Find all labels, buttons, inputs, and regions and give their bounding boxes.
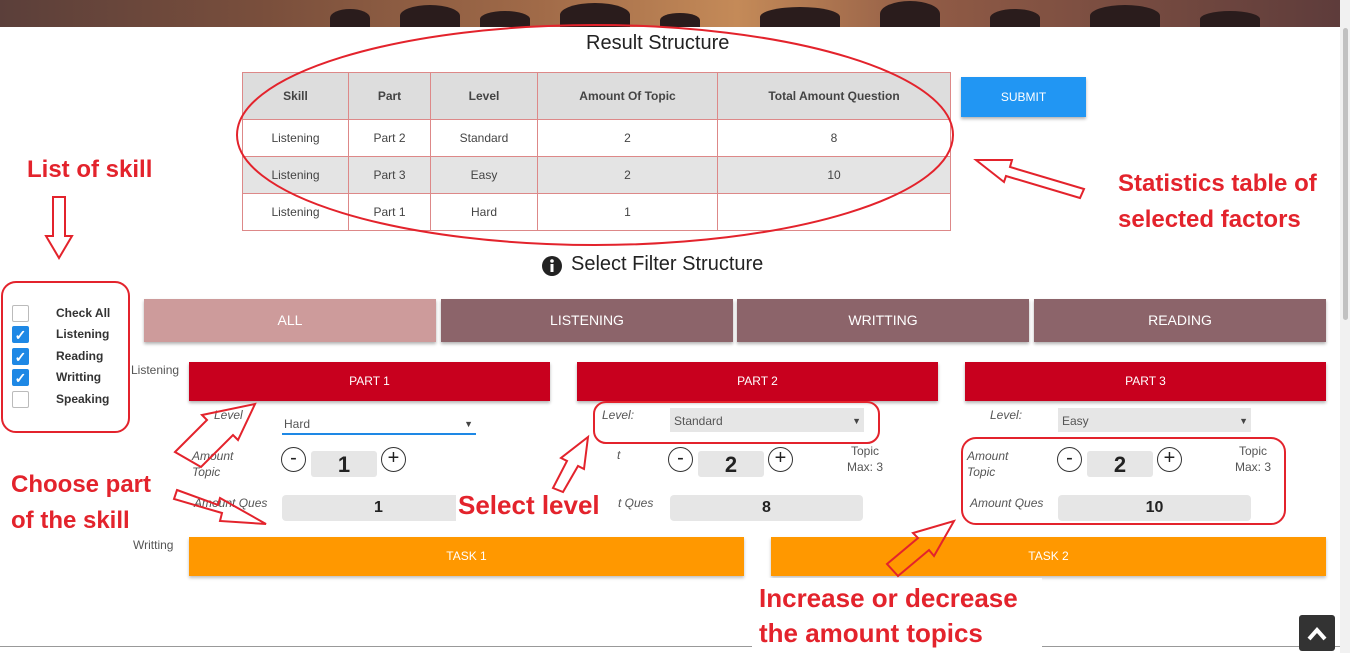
decrease-topic-button[interactable]: - [281, 447, 306, 472]
chevron-down-icon: ▼ [852, 416, 861, 426]
checkbox-label: Speaking [56, 392, 110, 406]
amount-topic-value: 2 [1087, 451, 1153, 477]
table-row: Listening Part 3 Easy 2 10 [242, 156, 951, 194]
tab-writting[interactable]: WRITTING [737, 299, 1029, 342]
amount-ques-value: 1 [282, 495, 475, 521]
arrow-down-icon [44, 196, 74, 260]
tab-reading[interactable]: READING [1034, 299, 1326, 342]
scrollbar-thumb[interactable] [1343, 28, 1348, 320]
col-header-amount-topic: Amount Of Topic [537, 72, 718, 120]
table-cell: Part 3 [348, 156, 431, 194]
footer-divider [0, 646, 1340, 647]
table-row: Listening Part 2 Standard 2 8 [242, 119, 951, 157]
annotation-inc-line-2: the amount topics [759, 618, 983, 648]
checkbox-label: Writting [56, 370, 102, 384]
table-cell: 2 [537, 119, 718, 157]
col-header-skill: Skill [242, 72, 349, 120]
checkbox-label: Check All [56, 306, 111, 320]
annotation-list-of-skill: List of skill [27, 156, 153, 183]
level-select-value: Hard [284, 417, 311, 431]
annotation-choose-line-2: of the skill [11, 507, 130, 534]
check-icon[interactable]: ✓ [12, 326, 29, 343]
check-icon[interactable]: ✓ [12, 348, 29, 365]
topic-max-label: Topic Max: 3 [846, 444, 883, 474]
table-header-row: Skill Part Level Amount Of Topic Total A… [242, 72, 951, 120]
submit-button[interactable]: SUBMIT [961, 77, 1086, 117]
increase-topic-button[interactable]: + [1157, 447, 1182, 472]
annotation-choose-line-1: Choose part [11, 471, 152, 498]
amount-ques-label: Amount Ques [194, 496, 268, 510]
table-cell: Listening [242, 193, 349, 231]
checkbox[interactable] [12, 391, 29, 408]
annotation-stats-line-1: Statistics table of [1118, 170, 1317, 197]
table-cell: Part 1 [348, 193, 431, 231]
info-circle-icon [542, 256, 562, 276]
table-row: Listening Part 1 Hard 1 [242, 193, 951, 231]
amount-topic-label: Amount Topic [967, 449, 1009, 479]
annotation-inc-line-1: Increase or decrease [759, 583, 1018, 613]
col-header-total-question: Total Amount Question [717, 72, 951, 120]
decrease-topic-button[interactable]: - [1057, 447, 1082, 472]
increase-topic-button[interactable]: + [768, 447, 793, 472]
amount-topic-label: t [617, 448, 621, 462]
amount-ques-value: 10 [1058, 495, 1251, 521]
amount-topic-value: 2 [698, 451, 764, 477]
level-label: Level: [990, 408, 1023, 422]
level-label: Level: [602, 408, 635, 422]
table-cell: 2 [537, 156, 718, 194]
part-1-button[interactable]: PART 1 [189, 362, 550, 401]
arrow-left-icon [973, 159, 1086, 200]
table-cell: Hard [430, 193, 538, 231]
header-banner-image [0, 0, 1340, 27]
section-label-listening: Listening [131, 363, 180, 377]
table-cell: 1 [537, 193, 718, 231]
increase-topic-button[interactable]: + [381, 447, 406, 472]
table-cell: Part 2 [348, 119, 431, 157]
table-cell [717, 193, 951, 231]
level-select-part-1[interactable]: Hard ▼ [282, 411, 476, 435]
table-cell: 8 [717, 119, 951, 157]
part-3-button[interactable]: PART 3 [965, 362, 1326, 401]
task-1-button[interactable]: TASK 1 [189, 537, 744, 576]
topic-max-label: Topic Max: 3 [1234, 444, 1271, 474]
level-label: Level [214, 408, 243, 422]
level-select-value: Easy [1062, 414, 1089, 428]
amount-topic-label: Amount Topic [192, 449, 234, 479]
col-header-level: Level [430, 72, 538, 120]
check-icon[interactable]: ✓ [12, 369, 29, 386]
col-header-part: Part [348, 72, 431, 120]
checkbox-label: Reading [56, 349, 104, 363]
amount-ques-label: t Ques [618, 496, 654, 510]
tab-listening[interactable]: LISTENING [441, 299, 733, 342]
chevron-down-icon: ▼ [464, 419, 473, 429]
amount-topic-value: 1 [311, 451, 377, 477]
level-select-part-3[interactable]: Easy ▼ [1058, 408, 1251, 432]
amount-ques-value: 8 [670, 495, 863, 521]
table-cell: Listening [242, 156, 349, 194]
level-select-value: Standard [674, 414, 723, 428]
result-structure-title: Result Structure [586, 32, 730, 54]
part-2-button[interactable]: PART 2 [577, 362, 938, 401]
chevron-down-icon: ▼ [1239, 416, 1248, 426]
annotation-select-level: Select level [456, 490, 602, 521]
amount-ques-label: Amount Ques [970, 496, 1044, 510]
arrow-up-icon [551, 434, 590, 494]
table-cell: 10 [717, 156, 951, 194]
filter-title: Select Filter Structure [571, 253, 764, 275]
scroll-to-top-button[interactable] [1299, 615, 1335, 651]
table-cell: Standard [430, 119, 538, 157]
checkbox-label: Listening [56, 327, 110, 341]
chevron-up-icon [1307, 626, 1327, 641]
tab-all[interactable]: ALL [144, 299, 436, 342]
checkbox[interactable] [12, 305, 29, 322]
level-select-part-2[interactable]: Standard ▼ [670, 408, 864, 432]
task-2-button[interactable]: TASK 2 [771, 537, 1326, 576]
filter-title-group: Select Filter Structure [541, 253, 841, 277]
annotation-stats-line-2: selected factors [1118, 206, 1301, 233]
table-cell: Easy [430, 156, 538, 194]
result-table: Skill Part Level Amount Of Topic Total A… [242, 72, 951, 231]
table-cell: Listening [242, 119, 349, 157]
decrease-topic-button[interactable]: - [668, 447, 693, 472]
section-label-writting: Writting [133, 538, 174, 552]
